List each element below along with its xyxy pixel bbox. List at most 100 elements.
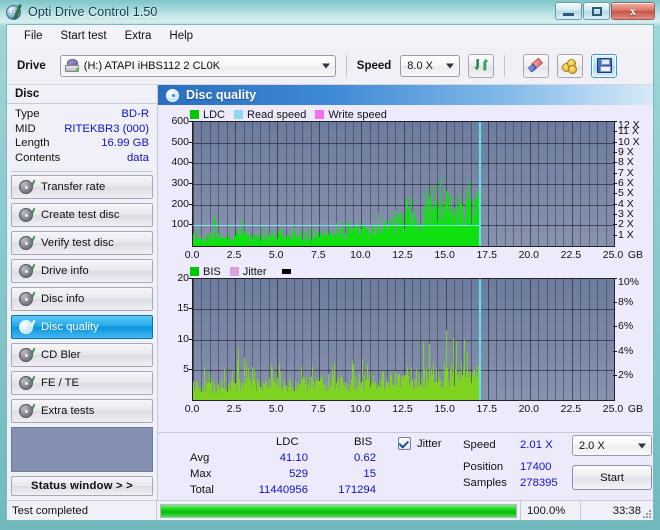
menu-item-extra[interactable]: Extra xyxy=(116,28,161,44)
sidebar-item-label: Drive info xyxy=(41,265,89,277)
disc-info-key: Contents xyxy=(15,151,61,164)
disc-info-value: RITEKBR3 (000) xyxy=(64,122,149,135)
status-window-button[interactable]: Status window > > xyxy=(11,476,153,496)
refresh-button[interactable] xyxy=(468,53,495,78)
coins-button[interactable] xyxy=(557,53,584,78)
resize-grip-icon[interactable] xyxy=(641,508,651,518)
ldc-plot[interactable] xyxy=(192,121,615,247)
disc-test-icon xyxy=(19,403,36,418)
sidebar-filler xyxy=(11,427,153,472)
y2-tick-label: 10 X xyxy=(618,135,640,148)
sidebar-item-label: Disc quality xyxy=(41,321,99,333)
charts-container: LDC Read speed Write speed 100 200 300 400 5… xyxy=(158,105,653,430)
panel-title-text: Disc quality xyxy=(186,88,257,102)
window-controls: x xyxy=(555,2,655,20)
x-tick-label: 20.0 xyxy=(518,403,540,415)
legend-label-read-speed: Read speed xyxy=(247,108,307,121)
sidebar-item-verify-test-disc[interactable]: Verify test disc xyxy=(11,231,153,255)
ldc-plot-wrap: 100 200 300 400 500 600 1 X2 X3 X4 X5 X6 X7 X… xyxy=(162,115,649,247)
save-button[interactable] xyxy=(591,53,618,78)
disc-info-row-mid: MID RITEKBR3 (000) xyxy=(15,122,149,137)
x-tick-label: 5.0 xyxy=(268,249,284,261)
speed-select-value: 8.0 X xyxy=(407,59,433,72)
panel-title: Disc quality xyxy=(158,85,653,105)
disc-info-row-contents: Contents data xyxy=(15,151,149,166)
bis-chart: BIS Jitter 5 10 15 20 2% 4% 6% 8% 10% 0.0 2.5 5.0… xyxy=(162,265,649,417)
bis-plot[interactable] xyxy=(192,278,615,401)
stats-value-max-ldc: 529 xyxy=(289,468,308,480)
menu-item-help[interactable]: Help xyxy=(160,28,202,44)
x-tick-label: 15.0 xyxy=(434,403,455,415)
x-axis-unit: GB xyxy=(627,249,643,261)
chevron-down-icon xyxy=(321,63,330,68)
start-button[interactable]: Start xyxy=(572,465,652,490)
y2-tick-label: 12 X xyxy=(618,119,640,131)
legend-swatch-jitter xyxy=(229,267,239,276)
sidebar-item-disc-quality[interactable]: Disc quality xyxy=(11,315,153,339)
sidebar-item-drive-info[interactable]: Drive info xyxy=(11,259,153,283)
bis-plot-wrap: 5 10 15 20 2% 4% 6% 8% 10% xyxy=(162,272,649,401)
sidebar-item-cd-bler[interactable]: CD Bler xyxy=(11,343,153,367)
maximize-icon xyxy=(591,6,602,16)
stats-row-label-total: Total xyxy=(190,484,214,496)
sidebar-item-transfer-rate[interactable]: Transfer rate xyxy=(11,175,153,199)
test-speed-select-value: 2.0 X xyxy=(579,439,605,452)
elapsed-time-value: 33:38 xyxy=(612,504,641,517)
sidebar-item-disc-info[interactable]: Disc info xyxy=(11,287,153,311)
sidebar-item-label: Transfer rate xyxy=(41,181,106,193)
bis-x-axis: 0.0 2.5 5.0 7.5 10.0 12.5 15.0 17.5 20.0 22.5 25.0… xyxy=(185,402,643,416)
menu-item-start-test[interactable]: Start test xyxy=(52,28,116,44)
stats-header-ldc: LDC xyxy=(276,436,299,448)
x-axis-unit: GB xyxy=(627,403,643,415)
menu-item-file[interactable]: File xyxy=(15,28,52,44)
erase-button[interactable] xyxy=(523,53,550,78)
data-end-marker xyxy=(479,122,481,246)
y-tick-label: 15 xyxy=(177,302,189,315)
jitter-checkbox[interactable] xyxy=(398,437,411,450)
x-tick-label: 7.5 xyxy=(310,249,326,261)
test-speed-select[interactable]: 2.0 X xyxy=(572,435,652,456)
y2-tick-mark xyxy=(613,193,617,194)
sidebar-item-extra-tests[interactable]: Extra tests xyxy=(11,399,153,423)
disc-info-row-type: Type BD-R xyxy=(15,107,149,122)
close-button[interactable]: x xyxy=(611,2,655,20)
chevron-down-icon xyxy=(446,63,455,68)
maximize-button[interactable] xyxy=(583,2,610,20)
x-tick-label: 22.5 xyxy=(560,403,582,415)
legend-label-jitter: Jitter xyxy=(242,265,267,278)
y2-tick-mark xyxy=(613,173,617,174)
stats-position-value: 17400 xyxy=(520,461,552,473)
minimize-button[interactable] xyxy=(555,2,582,20)
ldc-legend: LDC Read speed Write speed xyxy=(162,108,649,121)
ldc-y-axis-right: 1 X2 X3 X4 X5 X6 X7 X8 X9 X 10 X 11 X 12 X xyxy=(613,119,649,247)
y2-tick-mark xyxy=(613,204,617,205)
stats-row-label-avg: Avg xyxy=(190,452,210,464)
stats-value-avg-ldc: 41.10 xyxy=(279,452,308,464)
bis-legend: BIS Jitter xyxy=(162,265,649,278)
x-tick-label: 25.0 xyxy=(602,403,624,415)
progress-bar-fill xyxy=(161,504,516,517)
y2-tick-label: 2% xyxy=(618,368,634,381)
speed-label: Speed xyxy=(356,59,392,72)
stats-value-total-bis: 171294 xyxy=(338,484,376,496)
y2-tick-label: 10% xyxy=(618,276,640,288)
sidebar-item-fe-te[interactable]: FE / TE xyxy=(11,371,153,395)
disc-info-value: 16.99 GB xyxy=(101,137,149,149)
data-end-marker xyxy=(479,279,481,400)
disc-quality-icon xyxy=(166,88,179,102)
sidebar-item-label: CD Bler xyxy=(41,349,81,361)
sidebar-item-create-test-disc[interactable]: Create test disc xyxy=(11,203,153,227)
speed-select[interactable]: 8.0 X xyxy=(400,54,461,77)
grid-line-horizontal xyxy=(193,163,614,164)
y2-tick-mark xyxy=(613,131,617,132)
legend-swatch-read-speed xyxy=(234,110,244,119)
y-tick-label: 100 xyxy=(171,218,189,231)
drive-select[interactable]: (H:) ATAPI iHBS112 2 CL0K xyxy=(59,54,336,77)
sidebar-divider xyxy=(11,171,153,172)
y2-tick-mark xyxy=(613,152,617,153)
x-tick-label: 0.0 xyxy=(184,403,200,415)
x-tick-label: 17.5 xyxy=(476,403,497,415)
application-window: Opti Drive Control 1.50 x File Start tes… xyxy=(0,0,660,530)
grid-line-horizontal xyxy=(193,143,614,144)
y2-tick-mark xyxy=(613,214,617,215)
